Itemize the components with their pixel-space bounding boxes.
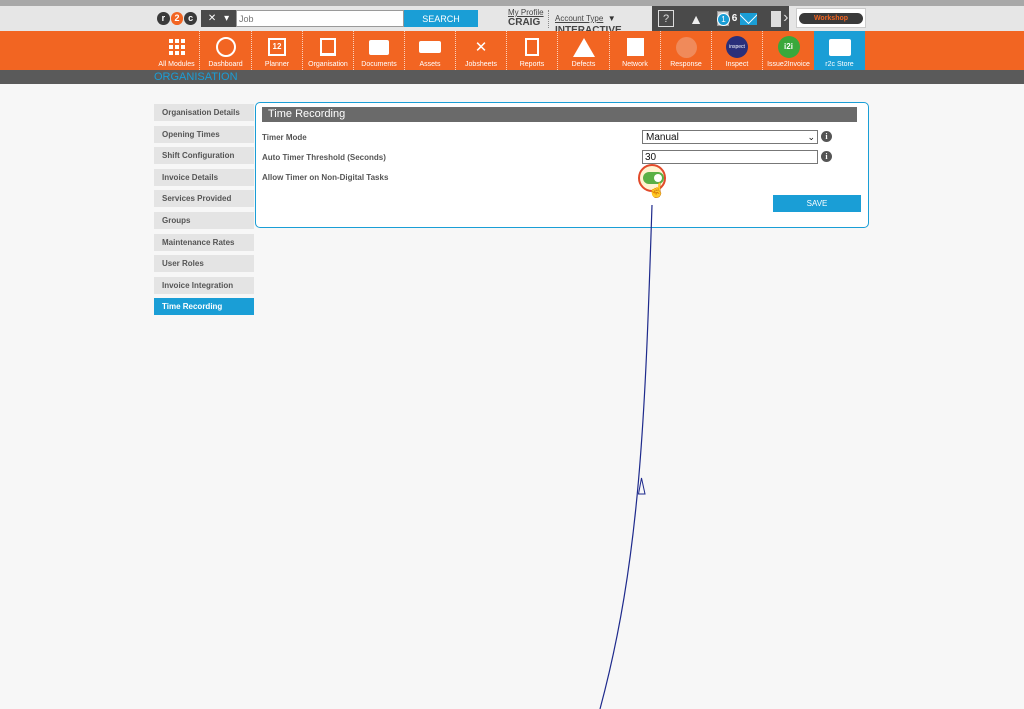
my-profile-link[interactable]: My Profile [508, 9, 544, 17]
sidebar-item-invoice-details[interactable]: Invoice Details [154, 169, 254, 186]
module-label: Network [622, 61, 648, 68]
allow-timer-label: Allow Timer on Non-Digital Tasks [262, 173, 389, 182]
warning-icon [572, 36, 595, 58]
sidebar-item-services-provided[interactable]: Services Provided [154, 190, 254, 207]
tools-icon: ✕ [207, 12, 217, 24]
logo-r: r [157, 11, 170, 25]
briefcase-icon [828, 36, 851, 58]
save-button[interactable]: SAVE [773, 195, 861, 212]
sidebar-item-maintenance-rates[interactable]: Maintenance Rates [154, 234, 254, 251]
module-issue2invoice[interactable]: i2i Issue2Invoice [763, 31, 814, 70]
toggle-knob [654, 174, 662, 182]
calendar-icon: 12 [266, 36, 288, 58]
clipboard-icon [521, 36, 543, 58]
id-card-icon [624, 36, 646, 58]
panel-title: Time Recording [262, 107, 857, 122]
module-jobsheets[interactable]: ✕ Jobsheets [456, 31, 507, 70]
envelope-icon [740, 12, 758, 25]
module-organisation[interactable]: Organisation [303, 31, 354, 70]
module-network[interactable]: Network [610, 31, 661, 70]
training-button[interactable]: ▲ [680, 6, 712, 31]
annotation-arrow-line [599, 204, 653, 709]
search-input[interactable] [236, 10, 404, 27]
threshold-input[interactable] [642, 150, 818, 164]
module-all-modules[interactable]: All Modules [154, 31, 200, 70]
module-label: Assets [419, 61, 441, 68]
workshop-label: Workshop [813, 14, 849, 22]
logo-2: 2 [170, 11, 184, 25]
chevron-down-icon: ⌄ [807, 132, 815, 142]
module-dashboard[interactable]: Dashboard [200, 31, 252, 70]
sidebar-item-time-recording[interactable]: Time Recording [154, 298, 254, 315]
building-icon [317, 36, 339, 58]
module-documents[interactable]: Documents [354, 31, 405, 70]
profile-name: CRAIG [508, 17, 541, 28]
module-response[interactable]: Response [661, 31, 712, 70]
help-button[interactable]: ? [652, 6, 680, 31]
inspect-icon: inspect [726, 36, 748, 58]
module-label: Response [670, 61, 702, 68]
profile-block: My Profile CRAIG [508, 9, 544, 28]
module-label: Dashboard [208, 61, 243, 68]
wrench-icon: Workshop [799, 12, 863, 24]
notification-badge: 1 [717, 13, 730, 26]
graduation-cap-icon: ▲ [689, 10, 703, 27]
sidebar-item-organisation-details[interactable]: Organisation Details [154, 104, 254, 121]
logout-button[interactable] [762, 6, 789, 31]
module-label: Organisation [308, 61, 348, 68]
info-icon[interactable]: i [821, 151, 832, 162]
module-defects[interactable]: Defects [558, 31, 610, 70]
chevron-down-icon: ▾ [224, 12, 230, 24]
module-label: r2c Store [825, 61, 854, 68]
grid-icon [166, 36, 188, 58]
info-icon[interactable]: i [821, 131, 832, 142]
module-label: Documents [361, 61, 397, 68]
header-icon-group: ? ▲ 1 6 [652, 6, 789, 31]
account-type-link[interactable]: Account Type [555, 14, 603, 23]
annotation-arrowhead [637, 477, 646, 495]
sidebar-item-shift-configuration[interactable]: Shift Configuration [154, 147, 254, 164]
hand-cursor-icon: ☝ [648, 182, 666, 198]
module-label: Inspect [725, 61, 749, 68]
threshold-label: Auto Timer Threshold (Seconds) [262, 153, 386, 162]
sidebar-item-groups[interactable]: Groups [154, 212, 254, 229]
folder-icon [368, 36, 390, 58]
header-divider [548, 10, 549, 28]
module-label: All Modules [158, 61, 195, 68]
r2c-logo[interactable]: r 2 c [157, 10, 198, 26]
i2i-icon: i2i [777, 36, 800, 58]
sidebar-item-opening-times[interactable]: Opening Times [154, 126, 254, 143]
module-reports[interactable]: Reports [507, 31, 558, 70]
dashboard-icon [215, 36, 237, 58]
logo-c: c [184, 11, 198, 25]
page-title: ORGANISATION [154, 71, 238, 83]
module-label: Reports [519, 61, 545, 68]
truck-icon [419, 36, 441, 58]
timer-mode-select[interactable]: Manual ⌄ [642, 130, 818, 144]
module-label: Jobsheets [465, 61, 497, 68]
module-inspect[interactable]: inspect Inspect [712, 31, 763, 70]
module-r2c-store[interactable]: r2c Store [814, 31, 865, 70]
message-count: 6 [731, 13, 738, 24]
search-type-dropdown[interactable]: ✕ ▾ [201, 10, 236, 27]
messages-button[interactable]: 1 6 [712, 6, 762, 31]
timer-mode-label: Timer Mode [262, 133, 307, 142]
module-planner[interactable]: 12 Planner [252, 31, 303, 70]
exit-door-icon [770, 10, 789, 27]
tools-icon: ✕ [474, 38, 488, 56]
response-icon [675, 36, 697, 58]
workshop-badge[interactable]: Workshop [796, 8, 866, 28]
module-label: Planner [264, 61, 290, 68]
caret-down-icon[interactable]: ▼ [608, 14, 616, 23]
module-label: Defects [571, 61, 596, 68]
module-label: Issue2Invoice [767, 61, 810, 68]
sidebar-item-user-roles[interactable]: User Roles [154, 255, 254, 272]
help-icon: ? [658, 10, 674, 27]
module-assets[interactable]: Assets [405, 31, 456, 70]
sidebar-item-invoice-integration[interactable]: Invoice Integration [154, 277, 254, 294]
search-button[interactable]: SEARCH [404, 10, 478, 27]
timer-mode-value: Manual [646, 131, 679, 143]
